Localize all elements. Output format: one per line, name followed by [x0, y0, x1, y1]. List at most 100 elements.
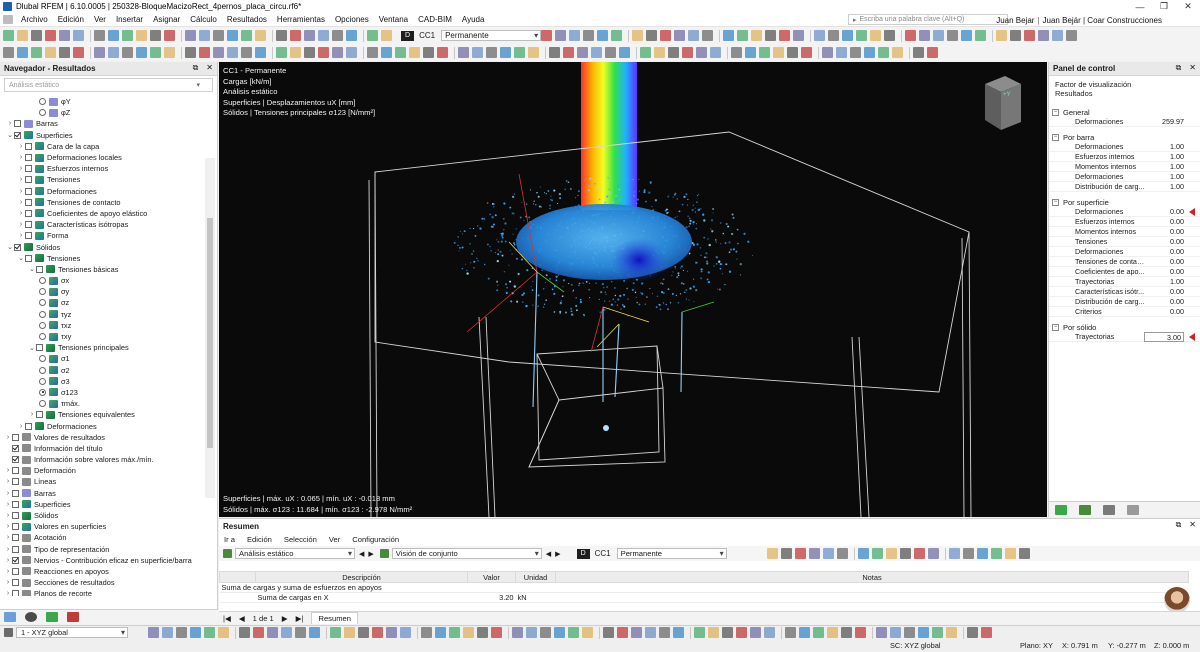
- tool-button-icon[interactable]: [17, 47, 28, 58]
- tree-radio[interactable]: [39, 109, 46, 117]
- tool-button-icon[interactable]: [395, 47, 406, 58]
- factor-row[interactable]: Deformaciones 1.00: [1049, 172, 1200, 182]
- tree-item[interactable]: σz: [0, 297, 206, 308]
- tree-item[interactable]: τmáx.: [0, 398, 206, 409]
- control-panel-close-icon[interactable]: ✕: [1189, 63, 1196, 73]
- tool-button-icon[interactable]: [267, 627, 278, 638]
- tool-button-icon[interactable]: [1052, 30, 1064, 41]
- tool-button-icon[interactable]: [996, 30, 1008, 41]
- tree-checkbox[interactable]: [25, 165, 32, 173]
- tool-button-icon[interactable]: [981, 627, 992, 638]
- tab-resumen[interactable]: Resumen: [311, 612, 358, 624]
- tool-button-icon[interactable]: [967, 627, 978, 638]
- tool-button-icon[interactable]: [990, 548, 1002, 559]
- tree-item[interactable]: › Nervios - Contribución eficaz en superf…: [0, 555, 206, 566]
- tree-item[interactable]: › Tensiones de contacto: [0, 197, 206, 208]
- tool-button-icon[interactable]: [185, 47, 196, 58]
- factor-value[interactable]: 0.00: [1144, 257, 1184, 266]
- tree-item[interactable]: ⌄ Tensiones principales: [0, 342, 206, 353]
- col-unidad[interactable]: Unidad: [515, 571, 556, 583]
- tool-button-icon[interactable]: [491, 627, 502, 638]
- tree-item[interactable]: › Tipo de representación: [0, 544, 206, 555]
- tool-button-icon[interactable]: [646, 30, 658, 41]
- tool-button-icon[interactable]: [423, 47, 434, 58]
- tool-button-icon[interactable]: [185, 30, 196, 41]
- tool-button-icon[interactable]: [836, 548, 848, 559]
- tree-item[interactable]: σ1: [0, 353, 206, 364]
- tree-item[interactable]: › Características isótropas: [0, 219, 206, 230]
- tree-item[interactable]: › Deformaciones: [0, 186, 206, 197]
- tree-radio[interactable]: [39, 388, 46, 396]
- tool-button-icon[interactable]: [330, 627, 341, 638]
- tool-button-icon[interactable]: [549, 47, 560, 58]
- tree-checkbox[interactable]: [12, 433, 19, 441]
- factor-value[interactable]: 259.97: [1144, 117, 1184, 126]
- tool-button-icon[interactable]: [927, 548, 939, 559]
- tool-button-icon[interactable]: [822, 47, 833, 58]
- tool-button-icon[interactable]: [619, 47, 630, 58]
- tool-button-icon[interactable]: [409, 47, 420, 58]
- tool-button-icon[interactable]: [836, 47, 847, 58]
- tool-button-icon[interactable]: [477, 627, 488, 638]
- tool-button-icon[interactable]: [526, 627, 537, 638]
- tool-button-icon[interactable]: [892, 47, 903, 58]
- tool-button-icon[interactable]: [555, 30, 567, 41]
- tool-button-icon[interactable]: [554, 627, 565, 638]
- summary-close-icon[interactable]: ✕: [1189, 520, 1196, 530]
- tree-item[interactable]: › Líneas: [0, 476, 206, 487]
- tool-button-icon[interactable]: [1004, 548, 1016, 559]
- tool-button-icon[interactable]: [794, 548, 806, 559]
- factor-value[interactable]: 0.00: [1144, 247, 1184, 256]
- tree-item[interactable]: › Acotación: [0, 532, 206, 543]
- tool-button-icon[interactable]: [295, 627, 306, 638]
- pin-icon[interactable]: ⧉: [193, 63, 199, 73]
- tool-button-icon[interactable]: [332, 47, 343, 58]
- next-page-icon[interactable]: ▶: [282, 614, 288, 623]
- expand-icon[interactable]: ›: [17, 423, 25, 430]
- tool-button-icon[interactable]: [3, 30, 14, 41]
- ctrl-tab-colors-icon[interactable]: [1079, 504, 1091, 515]
- tree-item[interactable]: › Sólidos: [0, 510, 206, 521]
- tool-button-icon[interactable]: [682, 47, 693, 58]
- tree-item[interactable]: τxz: [0, 320, 206, 331]
- tree-checkbox[interactable]: [12, 489, 19, 497]
- factor-row[interactable]: Deformaciones 1.00: [1049, 142, 1200, 152]
- menu-ventana[interactable]: Ventana: [374, 15, 413, 24]
- prev-page-icon[interactable]: ◀: [239, 614, 245, 623]
- tool-button-icon[interactable]: [603, 627, 614, 638]
- tool-button-icon[interactable]: [148, 627, 159, 638]
- tree-item[interactable]: › Esfuerzos internos: [0, 163, 206, 174]
- tool-button-icon[interactable]: [694, 627, 705, 638]
- ctrl-tab-filter-icon[interactable]: [1103, 504, 1115, 515]
- tree-radio[interactable]: [39, 321, 46, 329]
- menu-asignar[interactable]: Asignar: [148, 15, 185, 24]
- tree-checkbox[interactable]: [25, 221, 32, 229]
- prev-arrow-icon[interactable]: ◀: [359, 550, 364, 558]
- factor-value[interactable]: 0.00: [1144, 207, 1184, 216]
- tool-button-icon[interactable]: [799, 627, 810, 638]
- nav-tab-views-icon[interactable]: [46, 612, 58, 622]
- tree-checkbox[interactable]: [12, 534, 19, 542]
- tree-item[interactable]: φY: [0, 96, 206, 107]
- tree-item[interactable]: › Tensiones: [0, 174, 206, 185]
- factor-value[interactable]: 3.00: [1144, 331, 1184, 342]
- expand-icon[interactable]: ›: [17, 143, 25, 150]
- tool-button-icon[interactable]: [1024, 30, 1036, 41]
- navigator-scrollbar[interactable]: [205, 158, 215, 498]
- tool-button-icon[interactable]: [947, 30, 959, 41]
- summary-menu-selection[interactable]: Selección: [284, 535, 317, 544]
- tool-button-icon[interactable]: [318, 47, 329, 58]
- tool-button-icon[interactable]: [94, 47, 105, 58]
- tool-button-icon[interactable]: [736, 627, 747, 638]
- tool-button-icon[interactable]: [582, 627, 593, 638]
- tool-button-icon[interactable]: [722, 627, 733, 638]
- tree-checkbox[interactable]: [25, 198, 32, 206]
- tool-button-icon[interactable]: [122, 47, 133, 58]
- factor-value[interactable]: 1.00: [1144, 152, 1184, 161]
- factor-row[interactable]: Distribución de carg... 0.00: [1049, 297, 1200, 307]
- summary-analysis-dropdown[interactable]: Análisis estático: [235, 548, 355, 559]
- tree-radio[interactable]: [39, 366, 46, 374]
- tool-button-icon[interactable]: [318, 30, 329, 41]
- tool-button-icon[interactable]: [737, 30, 749, 41]
- expand-icon[interactable]: ›: [17, 165, 25, 172]
